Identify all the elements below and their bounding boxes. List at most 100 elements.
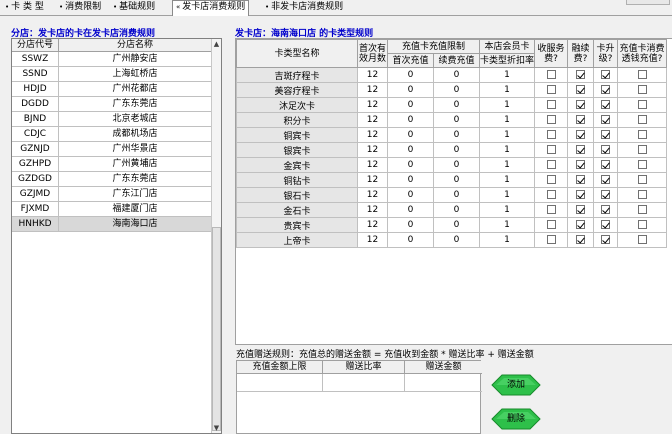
card-type-name-cell[interactable]: 铜钻卡 bbox=[236, 172, 358, 188]
upgrade-checkbox[interactable] bbox=[601, 115, 610, 124]
tab-basic-rules[interactable]: • 基础规则 bbox=[110, 1, 158, 15]
card-type-name-cell[interactable]: 上帝卡 bbox=[236, 232, 358, 248]
recharge-consume-checkbox[interactable] bbox=[637, 70, 647, 79]
scroll-down-icon[interactable]: ▼ bbox=[212, 423, 221, 433]
renew-fee-checkbox[interactable] bbox=[576, 130, 585, 139]
card-type-row[interactable]: 铜钻卡 12 0 0 1 bbox=[236, 172, 667, 188]
store-row[interactable]: SSWZ 广州静安店 bbox=[12, 52, 212, 67]
renew-recharge-cell[interactable]: 0 bbox=[433, 97, 480, 113]
service-fee-checkbox[interactable] bbox=[546, 235, 556, 244]
column-header-upgrade[interactable]: 卡升级? bbox=[593, 39, 618, 68]
renew-recharge-cell[interactable]: 0 bbox=[433, 217, 480, 233]
first-recharge-cell[interactable]: 0 bbox=[387, 202, 434, 218]
service-fee-checkbox[interactable] bbox=[546, 190, 556, 199]
card-type-name-cell[interactable]: 铜宾卡 bbox=[236, 127, 358, 143]
store-row[interactable]: GZDGD 广东东莞店 bbox=[12, 172, 212, 187]
upgrade-checkbox[interactable] bbox=[601, 85, 610, 94]
first-months-cell[interactable]: 12 bbox=[357, 112, 388, 128]
card-type-row[interactable]: 金石卡 12 0 0 1 bbox=[236, 202, 667, 218]
upgrade-checkbox[interactable] bbox=[601, 145, 610, 154]
service-fee-checkbox[interactable] bbox=[546, 145, 556, 154]
recharge-consume-checkbox[interactable] bbox=[637, 160, 647, 169]
tab-consume-limit[interactable]: • 消费限制 bbox=[56, 1, 104, 15]
tab-issuing-store-rules[interactable]: «发卡店消费规则 bbox=[172, 0, 250, 16]
renew-fee-checkbox[interactable] bbox=[576, 85, 585, 94]
column-header-renew-fee[interactable]: 融续费? bbox=[567, 39, 594, 68]
discount-cell[interactable]: 1 bbox=[479, 127, 535, 143]
first-months-cell[interactable]: 12 bbox=[357, 67, 388, 83]
card-type-name-cell[interactable]: 金石卡 bbox=[236, 202, 358, 218]
first-months-cell[interactable]: 12 bbox=[357, 97, 388, 113]
card-type-name-cell[interactable]: 金宾卡 bbox=[236, 157, 358, 173]
discount-cell[interactable]: 1 bbox=[479, 67, 535, 83]
discount-cell[interactable]: 1 bbox=[479, 112, 535, 128]
bonus-cell-bonus-amount[interactable] bbox=[405, 374, 482, 392]
renew-fee-checkbox[interactable] bbox=[576, 235, 585, 244]
column-header-discount[interactable]: 卡类型折扣率 bbox=[479, 53, 535, 68]
first-months-cell[interactable]: 12 bbox=[357, 202, 388, 218]
discount-cell[interactable]: 1 bbox=[479, 97, 535, 113]
upgrade-checkbox[interactable] bbox=[601, 130, 610, 139]
renew-fee-checkbox[interactable] bbox=[576, 145, 585, 154]
card-type-row[interactable]: 上帝卡 12 0 0 1 bbox=[236, 232, 667, 248]
first-recharge-cell[interactable]: 0 bbox=[387, 172, 434, 188]
window-control[interactable] bbox=[626, 0, 670, 5]
renew-recharge-cell[interactable]: 0 bbox=[433, 127, 480, 143]
first-recharge-cell[interactable]: 0 bbox=[387, 187, 434, 203]
column-header-store-name[interactable]: 分店名称 bbox=[59, 39, 212, 52]
store-row[interactable]: BJND 北京老城店 bbox=[12, 112, 212, 127]
discount-cell[interactable]: 1 bbox=[479, 142, 535, 158]
scroll-up-icon[interactable]: ▲ bbox=[212, 39, 221, 49]
card-type-row[interactable]: 贵宾卡 12 0 0 1 bbox=[236, 217, 667, 233]
renew-recharge-cell[interactable]: 0 bbox=[433, 157, 480, 173]
first-recharge-cell[interactable]: 0 bbox=[387, 157, 434, 173]
renew-fee-checkbox[interactable] bbox=[576, 100, 585, 109]
first-months-cell[interactable]: 12 bbox=[357, 157, 388, 173]
discount-cell[interactable]: 1 bbox=[479, 82, 535, 98]
renew-fee-checkbox[interactable] bbox=[576, 175, 585, 184]
column-header-first-recharge[interactable]: 首次充值 bbox=[387, 53, 434, 68]
renew-fee-checkbox[interactable] bbox=[576, 205, 585, 214]
renew-fee-checkbox[interactable] bbox=[576, 190, 585, 199]
first-months-cell[interactable]: 12 bbox=[357, 232, 388, 248]
card-type-row[interactable]: 银石卡 12 0 0 1 bbox=[236, 187, 667, 203]
store-list-scrollbar[interactable]: ▲ ▼ bbox=[211, 39, 221, 433]
service-fee-checkbox[interactable] bbox=[546, 70, 556, 79]
recharge-consume-checkbox[interactable] bbox=[637, 115, 647, 124]
discount-cell[interactable]: 1 bbox=[479, 232, 535, 248]
delete-button[interactable]: 删除 bbox=[490, 408, 542, 430]
upgrade-checkbox[interactable] bbox=[601, 220, 610, 229]
column-header-bonus-amount[interactable]: 赠送金额 bbox=[405, 361, 482, 374]
add-button[interactable]: 添加 bbox=[490, 374, 542, 396]
service-fee-checkbox[interactable] bbox=[546, 85, 556, 94]
first-recharge-cell[interactable]: 0 bbox=[387, 232, 434, 248]
card-type-row[interactable]: 积分卡 12 0 0 1 bbox=[236, 112, 667, 128]
store-row[interactable]: FJXMD 福建厦门店 bbox=[12, 202, 212, 217]
store-row[interactable]: CDJC 成都机场店 bbox=[12, 127, 212, 142]
first-months-cell[interactable]: 12 bbox=[357, 217, 388, 233]
column-header-renew-recharge[interactable]: 续费充值 bbox=[433, 53, 480, 68]
card-type-name-cell[interactable]: 美容疗程卡 bbox=[236, 82, 358, 98]
recharge-consume-checkbox[interactable] bbox=[637, 190, 647, 199]
service-fee-checkbox[interactable] bbox=[546, 160, 556, 169]
card-type-row[interactable]: 吉斑疗程卡 12 0 0 1 bbox=[236, 67, 667, 83]
discount-cell[interactable]: 1 bbox=[479, 187, 535, 203]
card-type-name-cell[interactable]: 银石卡 bbox=[236, 187, 358, 203]
first-recharge-cell[interactable]: 0 bbox=[387, 217, 434, 233]
tab-non-issuing-store-rules[interactable]: • 非发卡店消费规则 bbox=[262, 1, 346, 15]
first-months-cell[interactable]: 12 bbox=[357, 127, 388, 143]
column-header-recharge-cap[interactable]: 充值金额上限 bbox=[237, 361, 323, 374]
renew-recharge-cell[interactable]: 0 bbox=[433, 142, 480, 158]
store-row[interactable]: GZHPD 广州黄埔店 bbox=[12, 157, 212, 172]
card-type-name-cell[interactable]: 积分卡 bbox=[236, 112, 358, 128]
store-row[interactable]: DGDD 广东东莞店 bbox=[12, 97, 212, 112]
recharge-consume-checkbox[interactable] bbox=[637, 205, 647, 214]
first-recharge-cell[interactable]: 0 bbox=[387, 112, 434, 128]
recharge-consume-checkbox[interactable] bbox=[637, 130, 647, 139]
renew-recharge-cell[interactable]: 0 bbox=[433, 172, 480, 188]
tab-card-type[interactable]: • 卡 类 型 bbox=[2, 1, 47, 15]
first-months-cell[interactable]: 12 bbox=[357, 172, 388, 188]
discount-cell[interactable]: 1 bbox=[479, 217, 535, 233]
upgrade-checkbox[interactable] bbox=[601, 160, 610, 169]
card-type-row[interactable]: 金宾卡 12 0 0 1 bbox=[236, 157, 667, 173]
